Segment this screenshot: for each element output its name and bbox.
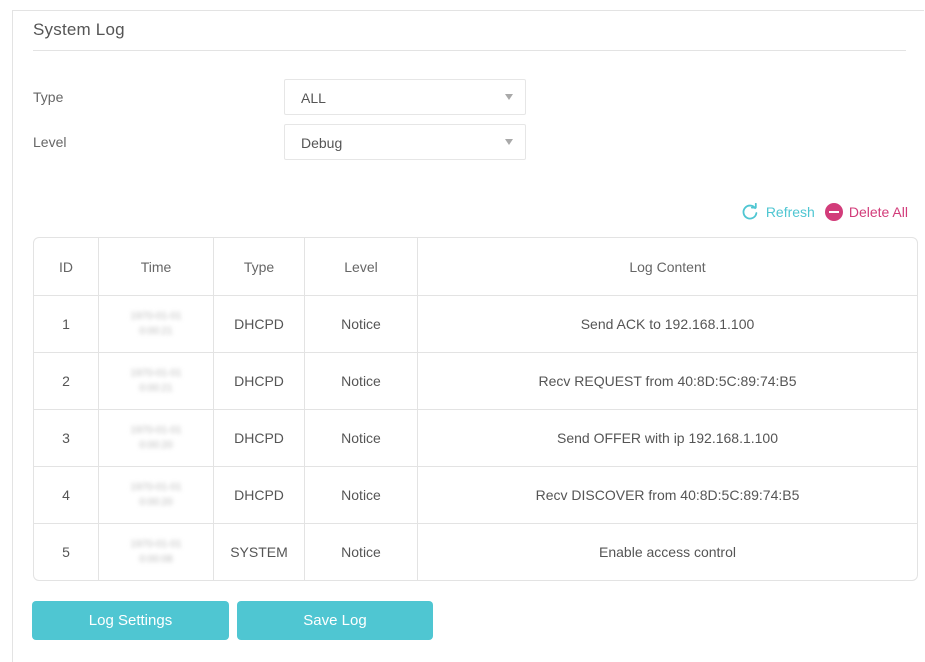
- cell-level: Notice: [305, 524, 418, 580]
- cell-time: 1970-01-01 0:00:20: [99, 467, 214, 524]
- title-divider: [33, 50, 906, 51]
- time-value: 1970-01-01 0:00:21: [130, 368, 182, 394]
- column-header-time: Time: [99, 238, 214, 296]
- table-row: 2 1970-01-01 0:00:21 DHCPD Notice Recv RE…: [34, 353, 917, 410]
- page-title: System Log: [33, 20, 125, 39]
- cell-log-content: Enable access control: [599, 544, 736, 560]
- system-log-table: ID Time Type Level Log Content 1 1970-01…: [33, 237, 918, 581]
- level-label: Level: [33, 134, 67, 150]
- cell-time: 1970-01-01 0:00:08: [99, 524, 214, 580]
- cell-type: DHCPD: [214, 410, 305, 467]
- cell-id: 2: [34, 353, 99, 410]
- chevron-down-icon: [505, 94, 513, 100]
- cell-type: SYSTEM: [214, 524, 305, 580]
- time-value: 1970-01-01 0:00:08: [130, 539, 182, 565]
- level-select-value: Debug: [301, 135, 343, 151]
- column-header-id: ID: [34, 238, 99, 296]
- log-settings-button[interactable]: Log Settings: [32, 601, 229, 640]
- time-value: 1970-01-01 0:00:20: [130, 425, 182, 451]
- refresh-icon: [742, 203, 758, 220]
- log-actions: Refresh Delete All: [741, 203, 908, 221]
- cell-level: Notice: [305, 410, 418, 467]
- cell-type: DHCPD: [214, 353, 305, 410]
- delete-all-button[interactable]: Delete All: [824, 203, 908, 221]
- cell-id: 3: [34, 410, 99, 467]
- cell-time: 1970-01-01 0:00:21: [99, 353, 214, 410]
- delete-all-label: Delete All: [848, 204, 908, 220]
- column-header-level: Level: [305, 238, 418, 296]
- cell-level: Notice: [305, 353, 418, 410]
- cell-time: 1970-01-01 0:00:20: [99, 410, 214, 467]
- cell-id: 1: [34, 296, 99, 353]
- time-value: 1970-01-01 0:00:20: [130, 482, 182, 508]
- table-row: 4 1970-01-01 0:00:20 DHCPD Notice Recv DI…: [34, 467, 917, 524]
- cell-id: 4: [34, 467, 99, 524]
- refresh-label: Refresh: [765, 204, 815, 220]
- cell-log-content: Recv REQUEST from 40:8D:5C:89:74:B5: [418, 353, 917, 410]
- time-value: 1970-01-01 0:00:21: [130, 311, 182, 337]
- cell-time: 1970-01-01 0:00:21: [99, 296, 214, 353]
- cell-id: 5: [34, 524, 99, 580]
- minus-circle-icon: [824, 203, 843, 221]
- cell-type: DHCPD: [214, 467, 305, 524]
- level-select[interactable]: Debug: [284, 124, 526, 160]
- cell-level: Notice: [305, 467, 418, 524]
- cell-type: DHCPD: [214, 296, 305, 353]
- refresh-button[interactable]: Refresh: [741, 203, 815, 221]
- type-select-value: ALL: [301, 90, 326, 106]
- cell-level: Notice: [305, 296, 418, 353]
- table-row: 1 1970-01-01 0:00:21 DHCPD Notice Send AC…: [34, 296, 917, 353]
- table-row: 3 1970-01-01 0:00:20 DHCPD Notice Send OF…: [34, 410, 917, 467]
- chevron-down-icon: [505, 139, 513, 145]
- column-header-type: Type: [214, 238, 305, 296]
- table-row: 5 1970-01-01 0:00:08 SYSTEM Notice Enable…: [34, 524, 917, 580]
- save-log-button[interactable]: Save Log: [237, 601, 433, 640]
- table-header-row: ID Time Type Level Log Content: [34, 238, 917, 296]
- column-header-log-content: Log Content: [418, 238, 917, 296]
- cell-log-content: Send ACK to 192.168.1.100: [418, 296, 917, 353]
- type-select[interactable]: ALL: [284, 79, 526, 115]
- type-label: Type: [33, 89, 64, 105]
- cell-log-content: Recv DISCOVER from 40:8D:5C:89:74:B5: [418, 467, 917, 524]
- cell-log-content: Send OFFER with ip 192.168.1.100: [418, 410, 917, 467]
